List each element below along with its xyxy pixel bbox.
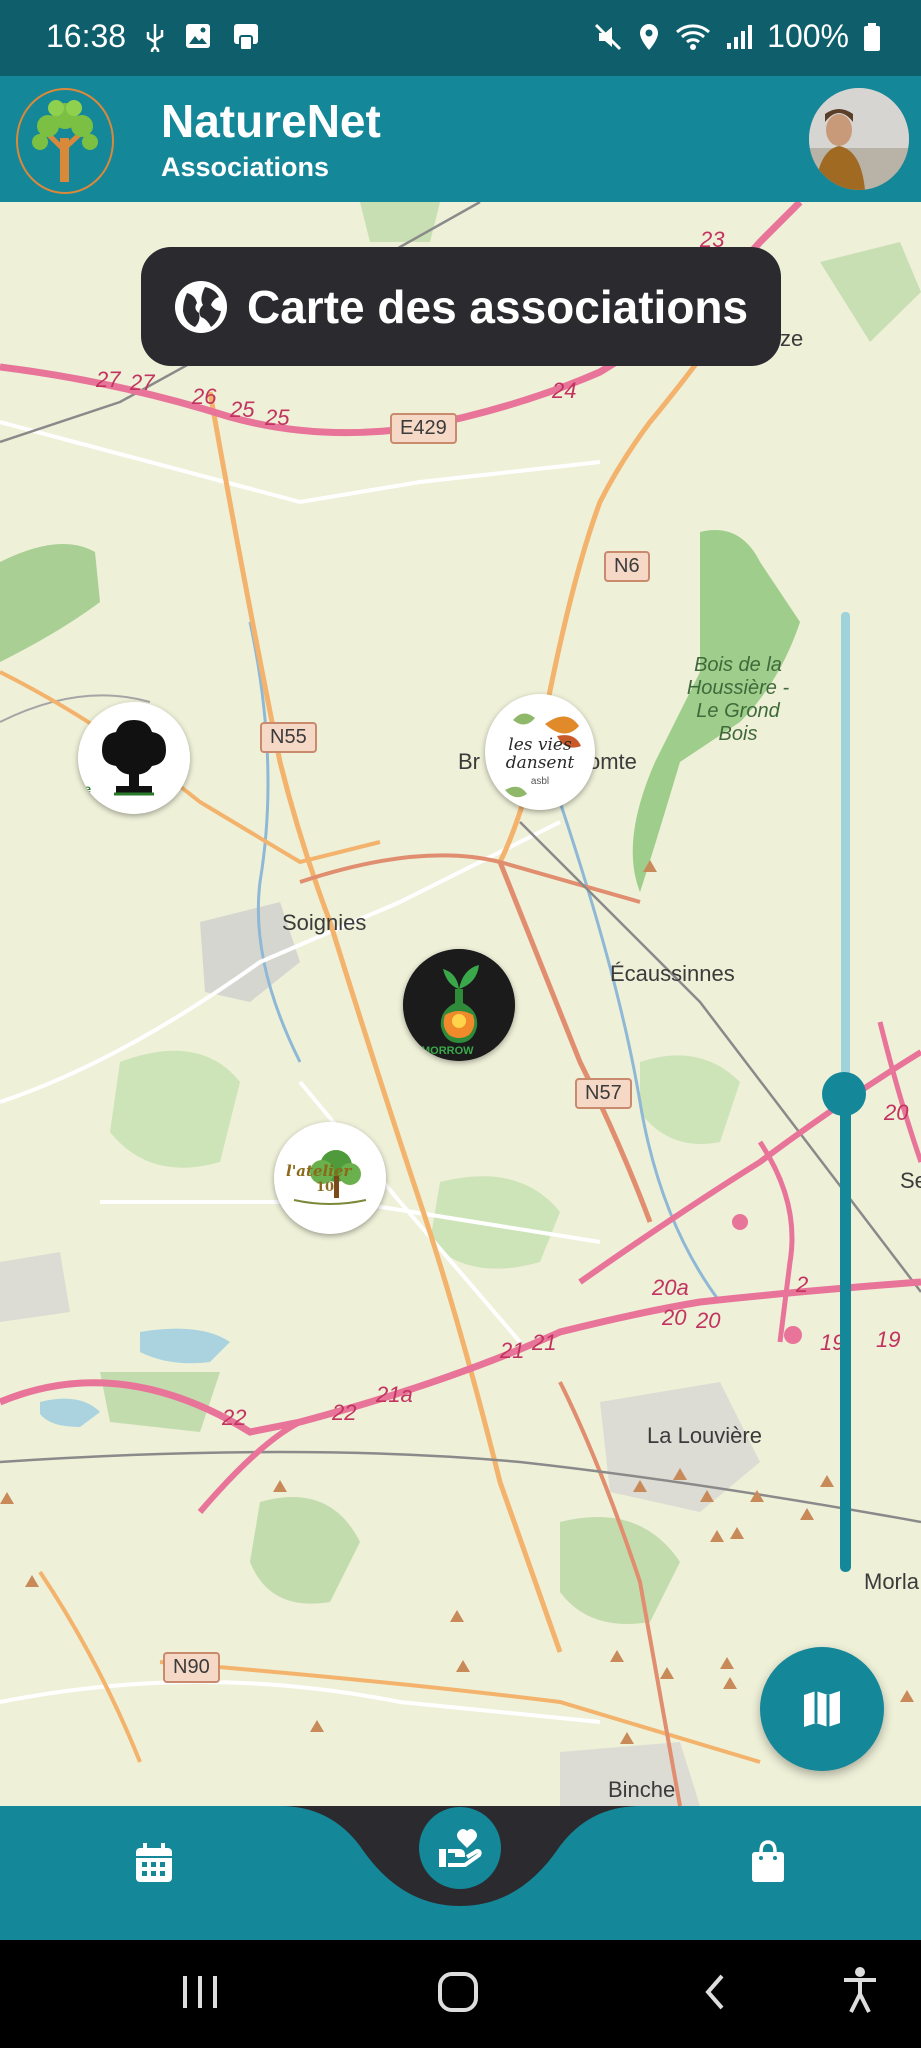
battery-icon [864,22,880,51]
battery-percent: 100% [767,18,849,54]
atelier-marker[interactable]: l'atelier 10 [274,1122,386,1234]
app-title: NatureNet [161,95,381,147]
exit-number: 27 [130,370,155,395]
bottom-navigation [0,1806,921,1940]
atelier-number: 10 [316,1180,335,1195]
home-icon[interactable] [436,1970,480,2014]
road-shield-n90: N90 [163,1652,220,1683]
nav-calendar[interactable] [134,1842,174,1889]
map-icon [804,1691,840,1727]
exit-number: 25 [265,405,290,430]
vies-dansent-label: les vies dansent [505,735,575,773]
exit-number: 22 [222,1405,247,1430]
morrow-marker[interactable]: MORROW [403,949,515,1061]
signal-icon [727,24,753,49]
status-bar: 16:38 100% [0,0,921,76]
payment-card-icon [234,24,258,51]
tree-marker-caption: Bee [78,782,92,796]
system-navigation-bar [0,1940,921,2048]
place-label-omte: omte [588,749,637,774]
tree-logo-icon [16,88,114,194]
vies-dansent-asbl: asbl [530,776,550,787]
place-label-se: Se [900,1168,921,1193]
shopping-bag-icon [752,1840,784,1882]
location-icon [640,23,659,50]
exit-number: 24 [552,378,577,403]
place-label-binche: Binche [608,1777,676,1802]
heart-hand-icon [439,1829,482,1867]
exit-number: 26 [192,384,217,409]
exit-number: 25 [230,397,255,422]
atelier-title: l'atelier [286,1162,352,1180]
map-title: Carte des associations [247,280,749,333]
globe-icon [175,280,227,333]
road-shield-e429: E429 [390,413,457,444]
place-label-br: Br [458,749,480,774]
user-avatar[interactable] [809,88,909,190]
usb-icon [146,24,164,52]
road-shield-n55: N55 [260,722,317,753]
place-label-la-louviere: La Louvière [647,1423,762,1448]
exit-number: 27 [96,367,121,392]
exit-number: 20a [652,1275,689,1300]
back-icon[interactable] [700,1970,730,2014]
map-title-pill: Carte des associations [141,247,781,366]
road-shield-n57: N57 [575,1078,632,1109]
exit-number: 21 [500,1338,525,1363]
map-view[interactable]: Tubize Bois de la Houssière - Le Grond B… [0,202,921,1806]
les-vies-dansent-marker[interactable]: les vies dansent asbl [485,694,595,810]
app-bar: NatureNet Associations [0,76,921,202]
calendar-icon [136,1843,172,1882]
wifi-icon [676,23,711,50]
nav-shop[interactable] [749,1840,787,1889]
exit-number: 21 [532,1330,557,1355]
recents-icon[interactable] [180,1970,220,2014]
place-label-morla: Morla [864,1569,920,1594]
nav-associations[interactable] [419,1807,501,1889]
tree-association-marker[interactable]: Bee [78,702,190,814]
exit-number: 20 [696,1308,721,1333]
place-label-bois: Bois de la Houssière - Le Grond Bois [686,654,790,745]
app-subtitle: Associations [161,152,330,182]
status-time: 16:38 [46,18,127,54]
exit-number: 21a [376,1382,413,1407]
accessibility-icon[interactable] [840,1966,880,2014]
morrow-caption: MORROW [421,1045,474,1057]
exit-number: 22 [332,1400,357,1425]
zoom-slider-thumb[interactable] [822,1072,866,1116]
zoom-slider-track[interactable] [841,612,850,1092]
exit-number: 19 [876,1327,901,1352]
road-shield-n6: N6 [604,551,650,582]
image-icon [186,24,210,48]
exit-number: 20 [662,1305,687,1330]
exit-number: 20 [884,1100,909,1125]
map-toggle-button[interactable] [760,1647,884,1771]
mute-icon [595,23,622,50]
zoom-slider-fill[interactable] [840,1092,851,1572]
place-label-soignies: Soignies [282,910,367,935]
place-label-ecaussinnes: Écaussinnes [610,961,735,986]
exit-number: 2 [796,1272,809,1297]
